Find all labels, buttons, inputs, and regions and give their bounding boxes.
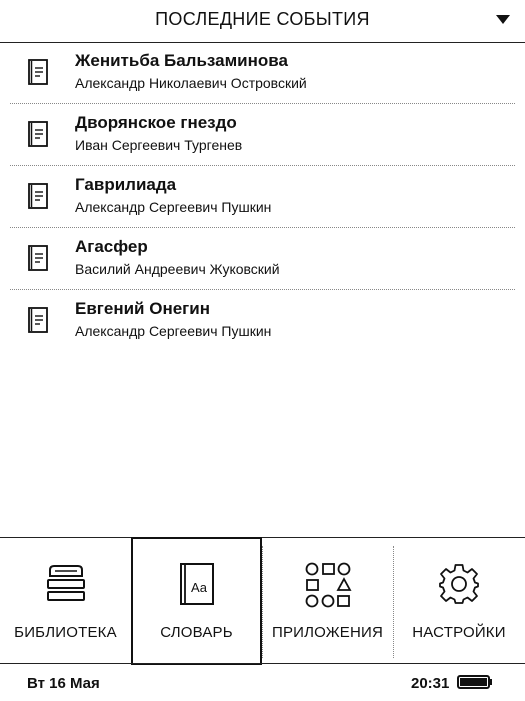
gear-icon [439,564,479,604]
active-nav-highlight [131,537,262,665]
book-title: Агасфер [75,237,148,256]
list-item[interactable]: Дворянское гнездо Иван Сергеевич Тургене… [10,104,515,166]
bottom-nav: БИБЛИОТЕКА Aa СЛОВАРЬ ПРИЛОЖЕНИЯ НАСТРОЙ… [0,537,525,664]
book-author: Александр Сергеевич Пушкин [75,323,272,339]
document-icon [28,183,48,209]
book-title: Гаврилиада [75,175,177,194]
list-item[interactable]: Евгений Онегин Александр Сергеевич Пушки… [10,290,515,351]
list-item[interactable]: Женитьба Бальзаминова Александр Николаев… [10,42,515,104]
document-icon [28,59,48,85]
document-icon [28,245,48,271]
nav-library-button[interactable]: БИБЛИОТЕКА [0,538,131,664]
recent-books-list: Женитьба Бальзаминова Александр Николаев… [0,42,525,351]
document-icon [28,307,48,333]
books-stack-icon [46,565,85,601]
apps-shapes-icon [305,562,352,608]
book-title: Евгений Онегин [75,299,210,318]
list-item[interactable]: Агасфер Василий Андреевич Жуковский [10,228,515,290]
document-icon [28,121,48,147]
nav-label: ПРИЛОЖЕНИЯ [271,624,384,641]
status-date: Вт 16 Мая [27,675,100,692]
book-author: Александр Сергеевич Пушкин [75,199,272,215]
list-item[interactable]: Гаврилиада Александр Сергеевич Пушкин [10,166,515,228]
battery-icon [457,675,492,689]
dropdown-arrow-icon[interactable] [496,15,510,24]
nav-apps-button[interactable]: ПРИЛОЖЕНИЯ [262,538,393,664]
nav-settings-button[interactable]: НАСТРОЙКИ [393,538,525,664]
battery-level-fill [460,678,487,686]
book-author: Иван Сергеевич Тургенев [75,137,243,153]
book-author: Александр Николаевич Островский [75,75,307,91]
page-title: ПОСЛЕДНИЕ СОБЫТИЯ [155,9,370,29]
nav-label: БИБЛИОТЕКА [14,624,117,641]
status-bar: Вт 16 Мая 20:31 [0,663,525,701]
book-title: Дворянское гнездо [75,113,237,132]
book-title: Женитьба Бальзаминова [75,51,288,70]
book-author: Василий Андреевич Жуковский [75,261,280,277]
top-bar: ПОСЛЕДНИЕ СОБЫТИЯ [0,0,525,43]
status-time: 20:31 [411,675,450,692]
nav-label: НАСТРОЙКИ [412,624,506,641]
